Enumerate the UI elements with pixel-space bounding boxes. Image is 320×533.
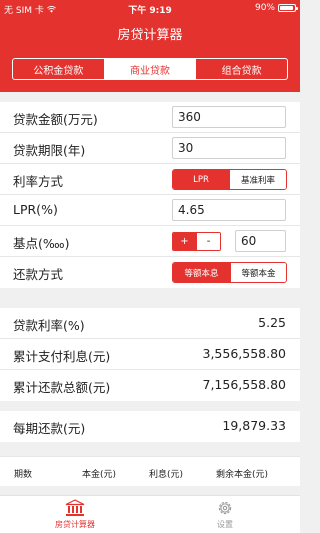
basis-points-row: 基点(‱) + - 60 (0, 226, 300, 257)
col-principal: 本金(元) (82, 470, 117, 480)
repay-method-selector: 等额本息 等额本金 (172, 262, 287, 283)
loan-amount-row: 贷款金额(万元) 360 (0, 102, 300, 133)
equal-installment-button[interactable]: 等额本息 (173, 263, 230, 282)
tabbar-calculator-label: 房贷计算器 (55, 520, 95, 529)
lpr-label: LPR(%) (13, 202, 58, 217)
bank-icon (65, 499, 85, 516)
rate-mode-row: 利率方式 LPR 基准利率 (0, 164, 300, 195)
total-interest-row: 累计支付利息(元) 3,556,558.80 (0, 339, 300, 370)
loan-rate-row: 贷款利率(%) 5.25 (0, 308, 300, 339)
gear-icon (218, 501, 232, 515)
basis-points-input[interactable]: 60 (235, 230, 286, 252)
tab-provident-fund-loan[interactable]: 公积金贷款 (13, 59, 104, 79)
loan-amount-input[interactable]: 360 (172, 106, 286, 128)
total-repayment-row: 累计还款总额(元) 7,156,558.80 (0, 370, 300, 401)
loan-term-input[interactable]: 30 (172, 137, 286, 159)
tab-combined-loan[interactable]: 组合贷款 (195, 59, 287, 79)
tab-commercial-loan[interactable]: 商业贷款 (103, 59, 196, 79)
loan-amount-label: 贷款金额(万元) (13, 112, 98, 127)
basis-points-label: 基点(‱) (13, 236, 70, 251)
monthly-payment-label: 每期还款(元) (13, 421, 86, 436)
rate-mode-benchmark-button[interactable]: 基准利率 (229, 170, 286, 189)
loan-term-row: 贷款期限(年) 30 (0, 133, 300, 164)
tabbar-settings[interactable]: 设置 (185, 499, 265, 530)
input-form: 贷款金额(万元) 360 贷款期限(年) 30 利率方式 LPR 基准利率 LP… (0, 102, 300, 288)
battery-icon (278, 4, 298, 12)
loan-type-tabs: 公积金贷款 商业贷款 组合贷款 (12, 58, 288, 80)
loan-term-label: 贷款期限(年) (13, 143, 86, 158)
col-interest: 利息(元) (149, 470, 184, 480)
col-remaining-principal: 剩余本金(元) (216, 470, 269, 480)
monthly-payment-row: 每期还款(元) 19,879.33 (0, 411, 300, 442)
lpr-input[interactable]: 4.65 (172, 199, 286, 221)
total-repayment-value: 7,156,558.80 (202, 377, 287, 392)
loan-rate-value: 5.25 (258, 315, 286, 330)
col-period: 期数 (14, 470, 33, 480)
monthly-payment-value: 19,879.33 (222, 418, 286, 433)
battery-percent: 90% (254, 3, 275, 13)
status-bar: 无 SIM 卡 下午 9:19 90% (0, 0, 300, 18)
loan-rate-label: 贷款利率(%) (13, 318, 85, 333)
app-header: 无 SIM 卡 下午 9:19 90% 房贷计算器 公积金贷款 商业贷款 组合贷… (0, 0, 300, 92)
tabbar-calculator[interactable]: 房贷计算器 (35, 499, 115, 530)
total-repayment-label: 累计还款总额(元) (13, 380, 111, 395)
basis-points-stepper: + - (172, 232, 221, 251)
increase-button[interactable]: + (173, 233, 196, 250)
tabbar-settings-label: 设置 (217, 520, 233, 529)
schedule-table-header: 期数 本金(元) 利息(元) 剩余本金(元) (0, 456, 300, 486)
rate-mode-label: 利率方式 (13, 174, 64, 189)
page-title: 房贷计算器 (117, 28, 183, 43)
equal-principal-button[interactable]: 等额本金 (230, 263, 286, 282)
repay-method-label: 还款方式 (13, 267, 64, 282)
total-interest-value: 3,556,558.80 (202, 346, 287, 361)
monthly-section: 每期还款(元) 19,879.33 (0, 411, 300, 442)
lpr-row: LPR(%) 4.65 (0, 195, 300, 226)
bottom-tab-bar: 房贷计算器 设置 (0, 495, 300, 533)
total-interest-label: 累计支付利息(元) (13, 349, 111, 364)
repay-method-row: 还款方式 等额本息 等额本金 (0, 257, 300, 288)
results-section: 贷款利率(%) 5.25 累计支付利息(元) 3,556,558.80 累计还款… (0, 308, 300, 401)
rate-mode-lpr-button[interactable]: LPR (173, 170, 229, 189)
decrease-button[interactable]: - (196, 233, 220, 250)
rate-mode-selector: LPR 基准利率 (172, 169, 287, 190)
